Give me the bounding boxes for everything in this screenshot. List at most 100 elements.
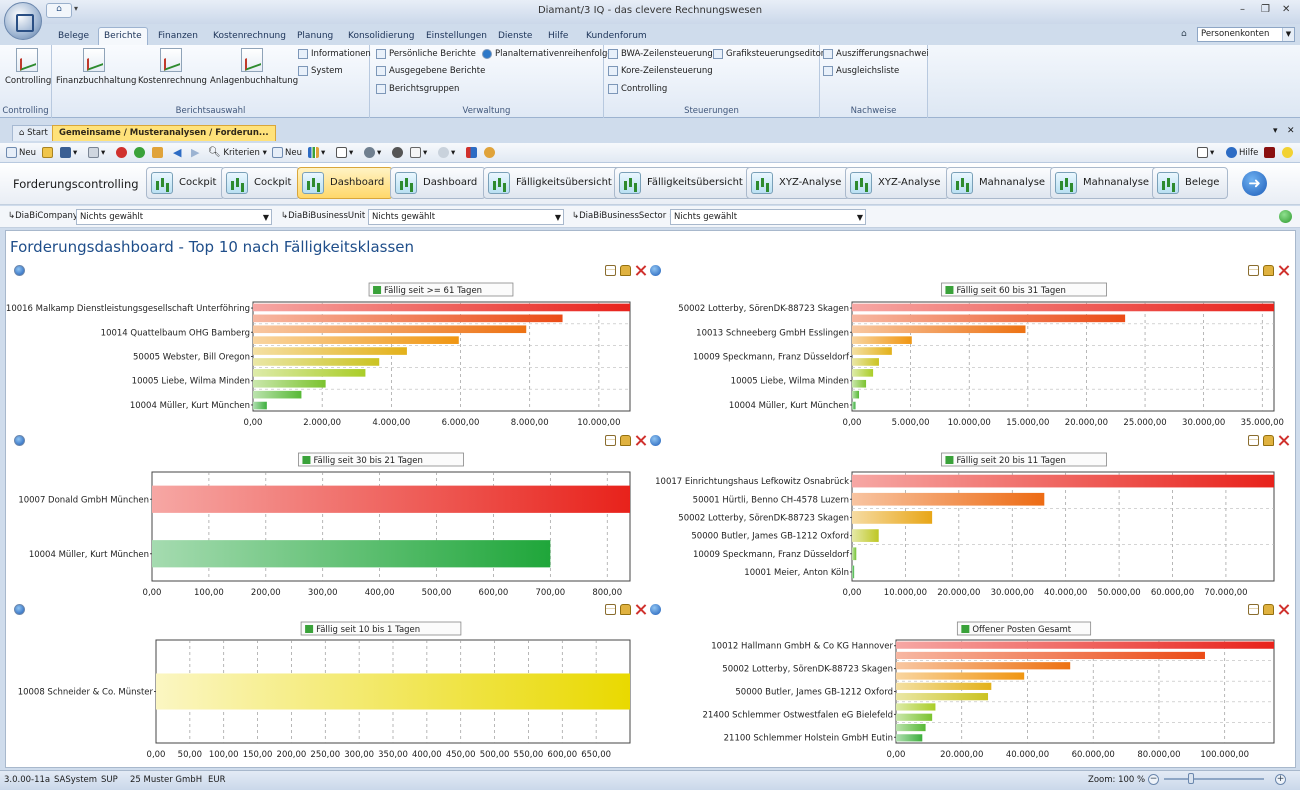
status-bar: 3.0.00-11a SASystem SUP 25 Muster GmbH E… [0, 770, 1300, 790]
x-tick-label: 300,00 [344, 750, 374, 760]
bar [852, 358, 879, 366]
category-label: 10008 Schneider & Co. Münster [18, 688, 154, 698]
category-label: 50002 Lotterby, SörenDK-88723 Skagen [678, 304, 849, 314]
category-label: 10009 Speckmann, Franz Düsseldorf [693, 550, 850, 560]
x-tick-label: 0,00 [244, 418, 263, 428]
bar [896, 641, 1274, 649]
bar [253, 390, 302, 399]
charts-canvas: 0,00 2.000,00 4.000,00 6.000,00 8.000,00 10.0… [6, 282, 1284, 760]
x-tick-label: 20.000,00 [937, 588, 980, 598]
category-label: 10005 Liebe, Wilma Minden [132, 377, 250, 387]
x-tick-label: 650,00 [581, 750, 611, 760]
category-label: 10009 Speckmann, Franz Düsseldorf [693, 353, 850, 363]
x-tick-label: 10.000,00 [577, 418, 620, 428]
bar [156, 673, 630, 710]
category-label: 50002 Lotterby, SörenDK-88723 Skagen [678, 513, 849, 523]
x-tick-label: 30.000,00 [991, 588, 1034, 598]
legend-swatch [373, 286, 382, 294]
bar [852, 529, 879, 542]
x-tick-label: 150,00 [243, 750, 273, 760]
legend-label: Fällig seit 60 bis 31 Tagen [956, 286, 1065, 296]
x-tick-label: 70.000,00 [1204, 588, 1247, 598]
category-label: 10004 Müller, Kurt München [130, 401, 250, 411]
bar [852, 474, 1274, 488]
legend-label: Fällig seit >= 61 Tagen [384, 286, 482, 296]
x-tick-label: 100.000,00 [1200, 750, 1249, 760]
status-zoom: Zoom: 100 % [1088, 775, 1146, 785]
bar [896, 662, 1071, 670]
x-tick-label: 50.000,00 [1097, 588, 1140, 598]
category-label: 10012 Hallmann GmbH & Co KG Hannover [711, 642, 893, 652]
bar [253, 336, 459, 344]
legend-swatch [302, 456, 311, 464]
x-tick-label: 40.000,00 [1006, 750, 1049, 760]
bar [896, 723, 926, 732]
category-label: 10001 Meier, Anton Köln [744, 568, 849, 578]
bar [253, 325, 527, 334]
category-label: 50001 Hürtli, Benno CH-4578 Luzern [693, 495, 849, 505]
x-tick-label: 20.000,00 [940, 750, 983, 760]
legend-swatch [305, 625, 314, 633]
x-tick-label: 5.000,00 [892, 418, 930, 428]
zoom-in-button[interactable]: + [1275, 774, 1286, 785]
category-label: 10004 Müller, Kurt München [729, 401, 849, 411]
bar [852, 303, 1274, 312]
x-tick-label: 0,00 [887, 750, 906, 760]
bar [253, 347, 407, 355]
bar [253, 379, 326, 388]
bar [852, 565, 855, 579]
x-tick-label: 40.000,00 [1044, 588, 1087, 598]
bar [852, 492, 1045, 506]
zoom-slider[interactable] [1164, 778, 1264, 780]
category-label: 50002 Lotterby, SörenDK-88723 Skagen [722, 665, 893, 675]
x-tick-label: 100,00 [209, 750, 239, 760]
status-version: 3.0.00-11a [4, 775, 51, 785]
x-tick-label: 800,00 [592, 588, 622, 598]
x-tick-label: 0,00 [147, 750, 166, 760]
category-label: 50000 Butler, James GB-1212 Oxford [691, 532, 849, 542]
x-tick-label: 60.000,00 [1151, 588, 1194, 598]
bar [852, 336, 912, 344]
bar [152, 540, 551, 568]
x-tick-label: 30.000,00 [1182, 418, 1225, 428]
x-tick-label: 25.000,00 [1123, 418, 1166, 428]
bar [896, 734, 923, 742]
bar [253, 303, 630, 312]
x-tick-label: 200,00 [277, 750, 307, 760]
category-label: 10005 Liebe, Wilma Minden [731, 377, 849, 387]
bar [852, 325, 1026, 334]
bar [896, 672, 1025, 680]
x-tick-label: 0,00 [143, 588, 162, 598]
zoom-out-button[interactable]: − [1148, 774, 1159, 785]
x-tick-label: 350,00 [378, 750, 408, 760]
plot-area [851, 471, 1275, 582]
x-tick-label: 600,00 [479, 588, 509, 598]
x-tick-label: 0,00 [843, 588, 862, 598]
x-tick-label: 0,00 [843, 418, 862, 428]
legend-label: Fällig seit 10 bis 1 Tagen [316, 625, 420, 635]
status-company: 25 Muster GmbH [130, 775, 203, 785]
legend-swatch [961, 625, 970, 633]
x-tick-label: 10.000,00 [948, 418, 991, 428]
bar [852, 390, 860, 399]
x-tick-label: 700,00 [535, 588, 565, 598]
category-label: 10017 Einrichtungshaus Lefkowitz Osnabrü… [655, 477, 849, 487]
x-tick-label: 100,00 [194, 588, 224, 598]
x-tick-label: 400,00 [412, 750, 442, 760]
bar [896, 703, 936, 711]
legend-swatch [945, 456, 954, 464]
category-label: 21100 Schlemmer Holstein GmbH Eutin [724, 733, 893, 743]
bar [253, 314, 563, 323]
zoom-slider-handle[interactable] [1188, 773, 1194, 784]
x-tick-label: 15.000,00 [1006, 418, 1049, 428]
category-label: 50005 Webster, Bill Oregon [133, 353, 250, 363]
bar [852, 314, 1126, 323]
x-tick-label: 60.000,00 [1072, 750, 1115, 760]
bar [253, 369, 366, 377]
x-tick-label: 250,00 [310, 750, 340, 760]
category-label: 21400 Schlemmer Ostwestfalen eG Bielefel… [702, 710, 893, 720]
x-tick-label: 450,00 [446, 750, 476, 760]
legend-swatch [945, 286, 954, 294]
bar [253, 401, 267, 410]
x-tick-label: 600,00 [547, 750, 577, 760]
